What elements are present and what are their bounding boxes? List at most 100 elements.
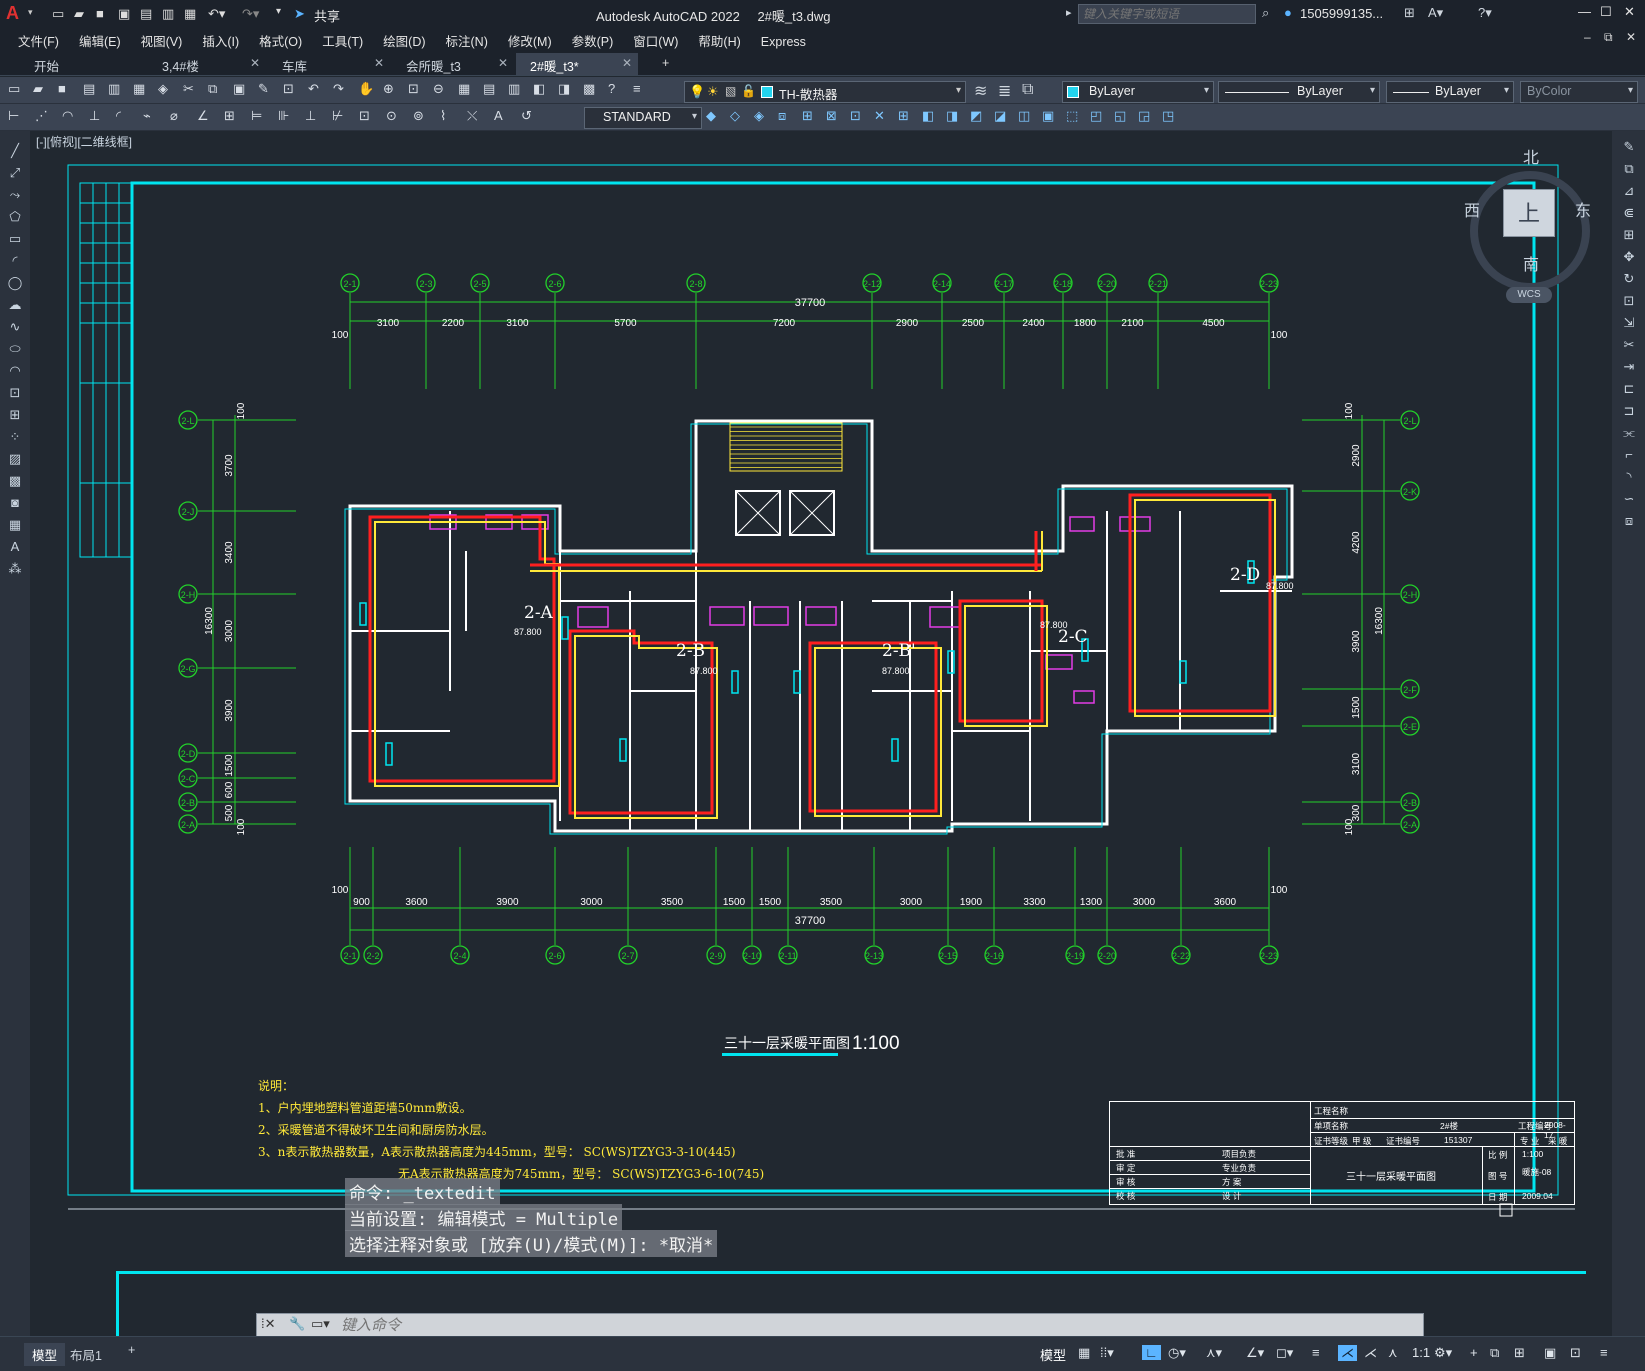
design-center-icon[interactable]: ▤ xyxy=(483,81,495,97)
open-file-icon[interactable]: ▰ xyxy=(74,6,84,22)
circle-icon[interactable]: ◯ xyxy=(6,275,24,291)
search-expand-icon[interactable]: ▸ xyxy=(1066,6,1072,19)
baseline-icon[interactable]: ⊨ xyxy=(251,108,262,124)
autocad-logo-icon[interactable]: A xyxy=(6,3,28,25)
publish-icon[interactable]: ▦ xyxy=(133,81,145,97)
break-icon[interactable]: ⊏ xyxy=(1620,381,1638,397)
tool-e-icon[interactable]: ⊞ xyxy=(802,108,813,124)
annotation-scale-icon[interactable]: ⋏ xyxy=(1388,1345,1398,1361)
autodesk-app-icon[interactable]: A▾ xyxy=(1428,5,1443,21)
redo-icon[interactable]: ↷▾ xyxy=(242,6,259,22)
object-snap-tracking-icon[interactable]: ∠▾ xyxy=(1246,1345,1264,1361)
help-icon[interactable]: ? xyxy=(608,81,615,96)
viewport-freeze-icon[interactable]: ▧ xyxy=(725,84,736,98)
ortho-icon[interactable]: ∟ xyxy=(1142,1345,1161,1360)
color-control[interactable]: ByLayer ▾ xyxy=(1062,81,1214,103)
offset-icon[interactable]: ⋐ xyxy=(1620,205,1638,221)
cut-icon[interactable]: ✂ xyxy=(183,81,194,97)
linetype-control[interactable]: ByLayer ▾ xyxy=(1218,81,1380,103)
user-name[interactable]: 1505999135... xyxy=(1300,6,1383,21)
scale-value[interactable]: 1:1 xyxy=(1412,1345,1430,1360)
tool-k-icon[interactable]: ◨ xyxy=(946,108,958,124)
lineweight-icon[interactable]: ≡ xyxy=(1312,1345,1320,1360)
save-icon[interactable]: ■ xyxy=(58,81,66,96)
layer-properties-icon[interactable]: ≡ xyxy=(633,81,641,96)
tool-s-icon[interactable]: ◲ xyxy=(1138,108,1150,124)
scale-icon[interactable]: ⊡ xyxy=(1620,293,1638,309)
tool-l-icon[interactable]: ◩ xyxy=(970,108,982,124)
chevron-down-icon[interactable]: ▾ xyxy=(956,85,961,96)
tab-34-building[interactable]: 3,4#楼 ✕ xyxy=(148,53,266,75)
extend-icon[interactable]: ⇥ xyxy=(1620,359,1638,375)
tab-close-icon[interactable]: ✕ xyxy=(622,56,632,70)
line-icon[interactable]: ╱ xyxy=(6,143,24,159)
match-props-icon[interactable]: ✎ xyxy=(258,81,269,97)
viewcube-west[interactable]: 西 xyxy=(1464,197,1480,221)
insert-block-icon[interactable]: ⊡ xyxy=(6,385,24,401)
print-preview-icon[interactable]: ▥ xyxy=(108,81,120,97)
polygon-icon[interactable]: ⬠ xyxy=(6,209,24,225)
tab-close-icon[interactable]: ✕ xyxy=(250,56,260,70)
tab-close-icon[interactable]: ✕ xyxy=(374,56,384,70)
trim-icon[interactable]: ✂ xyxy=(1620,337,1638,353)
print-icon[interactable]: ▤ xyxy=(83,81,95,97)
hatch-icon[interactable]: ▨ xyxy=(6,451,24,467)
mirror-icon[interactable]: ⊿ xyxy=(1620,183,1638,199)
jogged-icon[interactable]: ⌁ xyxy=(143,108,151,124)
array-icon[interactable]: ⊞ xyxy=(1620,227,1638,243)
erase-icon[interactable]: ✎ xyxy=(1620,139,1638,155)
tool-p-icon[interactable]: ⬚ xyxy=(1066,108,1078,124)
tool-c-icon[interactable]: ◈ xyxy=(754,108,764,124)
text-style-control[interactable]: STANDARD ▾ xyxy=(584,107,702,129)
3d-print-icon[interactable]: ◈ xyxy=(158,81,168,97)
fillet-icon[interactable]: ◝ xyxy=(1620,469,1638,485)
clean-screen-icon[interactable]: ⊡ xyxy=(1570,1345,1581,1361)
sheet-set-icon[interactable]: ◧ xyxy=(533,81,545,97)
new-icon[interactable]: ▭ xyxy=(8,81,20,97)
dim-edit-icon[interactable]: ⤬ xyxy=(467,108,477,124)
arc-icon[interactable]: ◜ xyxy=(6,253,24,269)
tool-n-icon[interactable]: ◫ xyxy=(1018,108,1030,124)
lightbulb-icon[interactable]: 💡 xyxy=(689,84,705,100)
undo-icon[interactable]: ↶▾ xyxy=(208,6,225,22)
table-icon[interactable]: ▦ xyxy=(6,517,24,533)
tool-d-icon[interactable]: ⧈ xyxy=(778,108,786,124)
zoom-window-icon[interactable]: ⊡ xyxy=(408,81,419,97)
blend-icon[interactable]: ∽ xyxy=(1620,491,1638,507)
copy-icon[interactable]: ⧉ xyxy=(208,81,217,97)
tab-start[interactable]: 开始 xyxy=(20,53,148,75)
explode-icon[interactable]: ⧈ xyxy=(1620,513,1638,529)
viewcube-north[interactable]: 北 xyxy=(1523,144,1539,168)
isodraft-icon[interactable]: ⋏▾ xyxy=(1206,1345,1222,1361)
pan-icon[interactable]: ✋ xyxy=(358,81,374,97)
zoom-previous-icon[interactable]: ⊖ xyxy=(433,81,444,97)
properties-icon[interactable]: ▦ xyxy=(458,81,470,97)
radius-icon[interactable]: ◜ xyxy=(116,108,121,124)
jogged-linear-icon[interactable]: ⌇ xyxy=(440,108,446,124)
user-icon[interactable]: ● xyxy=(1284,5,1292,20)
recent-commands-icon[interactable]: ▭▾ xyxy=(311,1316,330,1332)
add-layout-icon[interactable]: + xyxy=(128,1343,135,1357)
customize-chevron-icon[interactable]: ▾ xyxy=(276,6,281,17)
break-at-point-icon[interactable]: ⊐ xyxy=(1620,403,1638,419)
tool-h-icon[interactable]: ✕ xyxy=(874,108,885,124)
layout-tab-model[interactable]: 模型 xyxy=(24,1343,66,1366)
linear-dim-icon[interactable]: ⊢ xyxy=(8,108,19,124)
markup-icon[interactable]: ◨ xyxy=(558,81,570,97)
region-icon[interactable]: ◙ xyxy=(6,495,24,511)
doc-restore-icon[interactable]: ⧉ xyxy=(1604,30,1613,45)
spline-icon[interactable]: ∿ xyxy=(6,319,24,335)
paste-icon[interactable]: ▣ xyxy=(233,81,245,97)
aligned-dim-icon[interactable]: ⋰ xyxy=(35,108,48,124)
menu-express[interactable]: Express xyxy=(751,32,816,52)
tool-palettes-icon[interactable]: ▥ xyxy=(508,81,520,97)
app-menu-chevron-icon[interactable]: ▾ xyxy=(28,7,33,18)
chamfer-icon[interactable]: ⌐ xyxy=(1620,447,1638,463)
arc-length-icon[interactable]: ◠ xyxy=(62,108,73,124)
tab-active-drawing[interactable]: 2#暖_t3* ✕ xyxy=(516,53,638,75)
diameter-icon[interactable]: ⌀ xyxy=(170,108,178,124)
make-current-icon[interactable]: ≋ xyxy=(974,81,987,101)
tab-garage[interactable]: 车库 ✕ xyxy=(268,53,390,75)
redo-icon[interactable]: ↷ xyxy=(333,81,344,97)
save-as-icon[interactable]: ▣ xyxy=(118,6,130,22)
